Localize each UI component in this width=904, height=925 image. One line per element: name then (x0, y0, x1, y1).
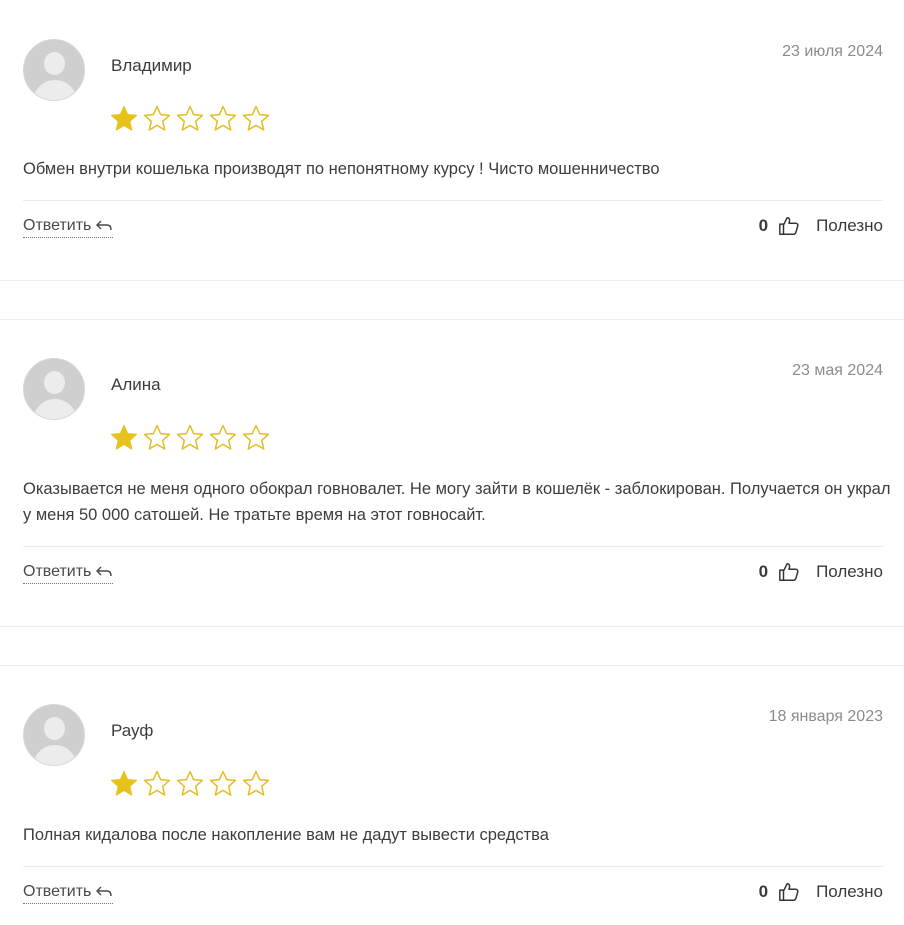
review-date: 18 января 2023 (768, 708, 883, 725)
thumbs-up-icon[interactable] (778, 561, 800, 583)
reply-label: Ответить (23, 883, 92, 900)
star-empty-icon (143, 105, 171, 131)
reviewer-name: Владимир (111, 56, 192, 75)
reply-button[interactable]: Ответить (23, 563, 114, 584)
separator (23, 866, 883, 867)
avatar (23, 704, 85, 766)
divider (0, 665, 904, 666)
separator (23, 546, 883, 547)
avatar (23, 358, 85, 420)
divider (0, 280, 904, 281)
star-empty-icon (143, 424, 171, 450)
divider (0, 626, 904, 627)
reviewer-name: Алина (111, 375, 161, 394)
useful-label[interactable]: Полезно (816, 562, 883, 582)
reply-arrow-icon (96, 886, 113, 897)
reply-arrow-icon (96, 220, 113, 231)
star-filled-icon (111, 105, 137, 131)
star-empty-icon (209, 770, 237, 796)
useful-label[interactable]: Полезно (816, 882, 883, 902)
star-empty-icon (176, 105, 204, 131)
divider (0, 319, 904, 320)
star-empty-icon (143, 770, 171, 796)
review-card: Рауф 18 января 2023 Полная кидалова посл… (0, 704, 904, 924)
reply-button[interactable]: Ответить (23, 883, 114, 904)
reviews-list: Владимир 23 июля 2024 Обмен внутри кошел… (0, 0, 904, 925)
star-empty-icon (176, 424, 204, 450)
useful-control: 0 Полезно (759, 561, 883, 583)
thumbs-up-icon[interactable] (778, 215, 800, 237)
like-count: 0 (758, 562, 769, 581)
useful-control: 0 Полезно (759, 215, 883, 237)
reply-button[interactable]: Ответить (23, 217, 114, 238)
star-filled-icon (111, 424, 137, 450)
useful-control: 0 Полезно (759, 881, 883, 903)
review-card: Владимир 23 июля 2024 Обмен внутри кошел… (0, 39, 904, 239)
star-empty-icon (242, 105, 270, 131)
star-rating (109, 104, 271, 134)
review-card: Алина 23 мая 2024 Оказывается не меня од… (0, 358, 904, 598)
review-date: 23 мая 2024 (792, 362, 883, 379)
review-text: Обмен внутри кошелька производят по непо… (23, 160, 660, 178)
star-rating (109, 423, 271, 453)
star-rating (109, 769, 271, 799)
reviewer-name: Рауф (111, 721, 154, 740)
useful-label[interactable]: Полезно (816, 216, 883, 236)
review-text: Оказывается не меня одного обокрал говно… (23, 480, 891, 524)
star-empty-icon (176, 770, 204, 796)
review-date: 23 июля 2024 (782, 43, 883, 60)
star-empty-icon (242, 770, 270, 796)
star-filled-icon (111, 770, 137, 796)
star-empty-icon (209, 424, 237, 450)
star-empty-icon (209, 105, 237, 131)
star-empty-icon (242, 424, 270, 450)
thumbs-up-icon[interactable] (778, 881, 800, 903)
reply-arrow-icon (96, 566, 113, 577)
review-text: Полная кидалова после накопление вам не … (23, 826, 549, 844)
reply-label: Ответить (23, 563, 92, 580)
reply-label: Ответить (23, 217, 92, 234)
like-count: 0 (758, 216, 769, 235)
like-count: 0 (758, 882, 769, 901)
separator (23, 200, 883, 201)
avatar (23, 39, 85, 101)
